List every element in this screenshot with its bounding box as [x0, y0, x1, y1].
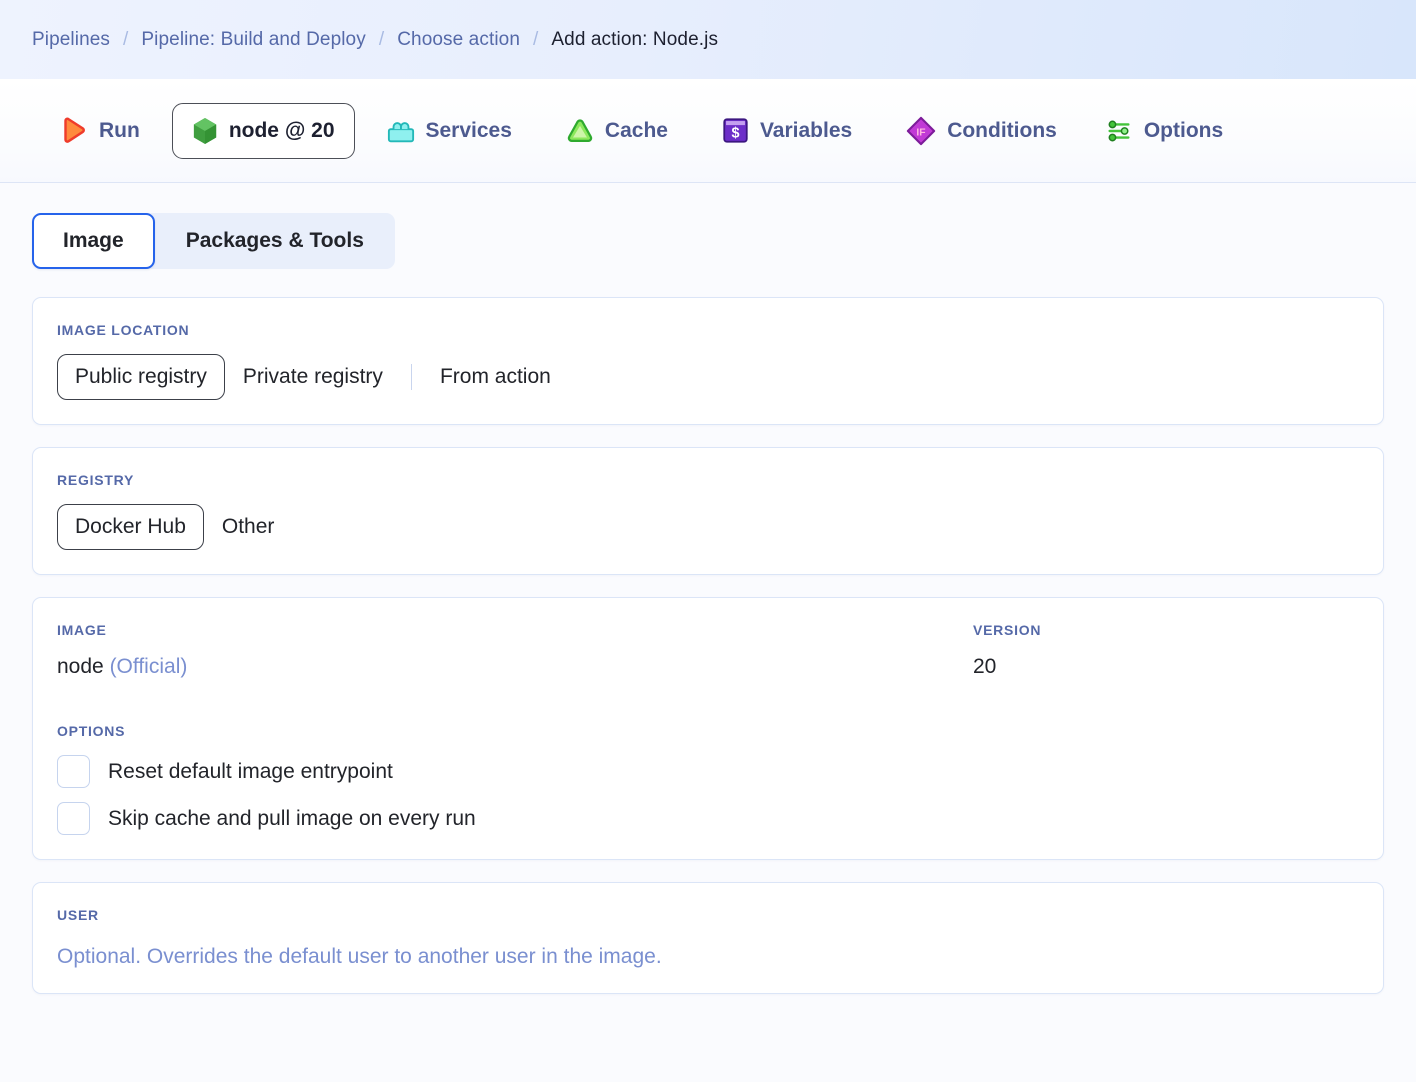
toolbar-item-run[interactable]: Run [48, 108, 150, 154]
toolbar-label-conditions: Conditions [947, 118, 1057, 142]
cache-triangle-icon [566, 117, 594, 145]
variables-square-icon: $ [722, 117, 749, 144]
image-name-value: node [57, 655, 104, 678]
option-private-registry[interactable]: Private registry [225, 354, 401, 400]
checkbox-row-skip-cache[interactable]: Skip cache and pull image on every run [57, 802, 1359, 836]
sliders-icon [1105, 117, 1133, 145]
option-public-registry[interactable]: Public registry [57, 354, 225, 400]
tab-packages-and-tools[interactable]: Packages & Tools [155, 213, 395, 269]
main-content: Image Packages & Tools Image location Pu… [0, 183, 1416, 1082]
image-column-header: Image [57, 622, 107, 638]
toolbar-item-options[interactable]: Options [1095, 109, 1233, 153]
version-value-cell[interactable]: 20 [973, 654, 1359, 679]
image-location-card: Image location Public registry Private r… [32, 297, 1384, 425]
image-options-block: Options Reset default image entrypoint S… [57, 723, 1359, 836]
toolbar-item-services[interactable]: Services [377, 109, 522, 153]
registry-options: Docker Hub Other [57, 504, 1359, 550]
checkbox-skip-cache[interactable] [57, 802, 90, 836]
breadcrumb-item-current: Add action: Node.js [551, 28, 719, 50]
image-version-table: Image node (Official) Version 20 [57, 622, 1359, 679]
checkbox-row-reset-entrypoint[interactable]: Reset default image entrypoint [57, 755, 1359, 789]
image-column: Image node (Official) [57, 622, 973, 679]
image-location-label: Image location [57, 322, 190, 338]
conditions-diamond-icon: IF [906, 116, 936, 146]
toolbar-item-variables[interactable]: $ Variables [712, 109, 862, 152]
image-options-label: Options [57, 723, 126, 740]
svg-text:$: $ [731, 126, 739, 142]
image-name-cell[interactable]: node (Official) [57, 654, 973, 679]
option-docker-hub[interactable]: Docker Hub [57, 504, 204, 550]
breadcrumb: Pipelines / Pipeline: Build and Deploy /… [32, 29, 718, 51]
breadcrumb-separator: / [123, 28, 129, 50]
breadcrumb-separator: / [533, 28, 539, 50]
toolbar-label-run: Run [99, 118, 140, 142]
toolbar-image-chip-label: node @ 20 [228, 118, 335, 142]
breadcrumb-item-pipelines[interactable]: Pipelines [32, 29, 110, 51]
version-column: Version 20 [973, 622, 1359, 679]
tab-image[interactable]: Image [32, 213, 155, 269]
user-label: User [57, 907, 99, 924]
toolbar-label-options: Options [1143, 118, 1224, 142]
action-toolbar: Run node @ 20 Services Cache $ Variables… [0, 79, 1416, 183]
breadcrumb-item-pipeline[interactable]: Pipeline: Build and Deploy [141, 29, 365, 51]
toolbar-item-conditions[interactable]: IF Conditions [896, 108, 1067, 154]
toolbox-icon [387, 117, 415, 145]
checkbox-label-reset-entrypoint: Reset default image entrypoint [108, 759, 393, 783]
toolbar-label-variables: Variables [759, 118, 853, 142]
version-column-header: Version [973, 622, 1042, 638]
option-divider [410, 364, 412, 390]
toolbar-label-services: Services [425, 118, 512, 142]
registry-label: Registry [57, 472, 135, 488]
breadcrumb-item-choose-action[interactable]: Choose action [397, 29, 520, 51]
svg-text:IF: IF [917, 127, 926, 138]
tab-group: Image Packages & Tools [32, 213, 395, 269]
option-other-registry[interactable]: Other [204, 504, 293, 550]
breadcrumb-bar: Pipelines / Pipeline: Build and Deploy /… [0, 0, 1416, 79]
user-input[interactable]: Optional. Overrides the default user to … [57, 945, 1359, 969]
checkbox-label-skip-cache: Skip cache and pull image on every run [108, 806, 476, 830]
play-triangle-icon [58, 116, 88, 146]
registry-card: Registry Docker Hub Other [32, 447, 1384, 575]
breadcrumb-separator: / [378, 28, 385, 50]
image-details-card: Image node (Official) Version 20 Options… [32, 597, 1384, 861]
image-official-badge: (Official) [109, 655, 188, 678]
nodejs-hexagon-icon [192, 117, 218, 145]
option-from-action[interactable]: From action [422, 354, 569, 400]
checkbox-reset-entrypoint[interactable] [57, 755, 90, 789]
user-card: User Optional. Overrides the default use… [32, 882, 1384, 995]
image-location-options: Public registry Private registry From ac… [57, 354, 1359, 400]
toolbar-label-cache: Cache [604, 118, 668, 142]
toolbar-item-cache[interactable]: Cache [556, 109, 678, 153]
toolbar-image-chip[interactable]: node @ 20 [171, 102, 355, 159]
